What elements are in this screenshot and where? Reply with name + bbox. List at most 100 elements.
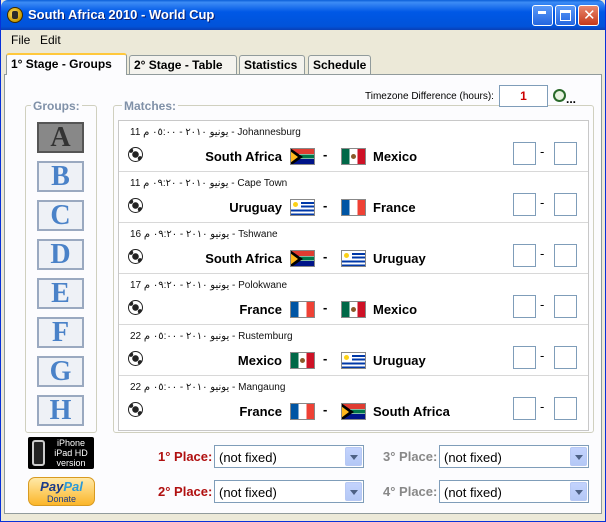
score-separator: - bbox=[540, 399, 545, 414]
maximize-icon bbox=[560, 10, 571, 21]
soccer-ball-icon bbox=[128, 300, 143, 315]
mexico-flag-icon bbox=[290, 352, 315, 369]
home-score-input[interactable] bbox=[513, 142, 536, 165]
match-row: 11 يونيو ٢٠١٠ - ٠٩:٢٠ م - Cape Town Urug… bbox=[119, 172, 588, 223]
paypal-pal: Pal bbox=[63, 479, 83, 494]
france-flag-icon bbox=[290, 403, 315, 420]
paypal-donate-button[interactable]: PayPal Donate bbox=[28, 477, 95, 506]
third-place-select[interactable]: (not fixed) bbox=[439, 445, 589, 468]
score-separator: - bbox=[540, 348, 545, 363]
home-team: France bbox=[239, 302, 282, 317]
home-score-input[interactable] bbox=[513, 295, 536, 318]
chevron-down-icon[interactable] bbox=[345, 447, 362, 466]
home-team: South Africa bbox=[205, 149, 282, 164]
menu-file[interactable]: File bbox=[11, 33, 30, 47]
match-date: 17 يونيو ٢٠١٠ - ٠٩:٢٠ م - Polokwane bbox=[130, 280, 288, 291]
home-score-input[interactable] bbox=[513, 193, 536, 216]
iphone-version-badge[interactable]: iPhone iPad HD version bbox=[28, 437, 94, 469]
window-title: South Africa 2010 - World Cup bbox=[28, 7, 215, 22]
home-score-input[interactable] bbox=[513, 244, 536, 267]
iphone-line2: iPad HD bbox=[54, 448, 88, 458]
away-team: Uruguay bbox=[373, 353, 426, 368]
menu-edit[interactable]: Edit bbox=[40, 33, 61, 47]
away-score-input[interactable] bbox=[554, 346, 577, 369]
away-score-input[interactable] bbox=[554, 295, 577, 318]
second-place-label: 2° Place: bbox=[158, 484, 213, 499]
uruguay-flag-icon bbox=[341, 250, 366, 267]
soccer-ball-icon bbox=[128, 249, 143, 264]
score-separator: - bbox=[540, 144, 545, 159]
iphone-line1: iPhone bbox=[56, 438, 86, 448]
group-a-button[interactable]: A bbox=[37, 122, 84, 153]
away-team: Mexico bbox=[373, 302, 418, 317]
paypal-pay: Pay bbox=[40, 479, 64, 494]
soccer-trophy-icon bbox=[7, 7, 23, 23]
group-c-button[interactable]: C bbox=[37, 200, 84, 231]
groups-label: Groups: bbox=[31, 99, 82, 113]
score-separator: - bbox=[540, 246, 545, 261]
home-team: Mexico bbox=[237, 353, 282, 368]
soccer-ball-icon bbox=[128, 351, 143, 366]
tab-schedule[interactable]: Schedule bbox=[308, 55, 371, 74]
donate-label: Donate bbox=[46, 494, 77, 504]
chevron-down-icon[interactable] bbox=[570, 482, 587, 501]
south-africa-flag-icon bbox=[290, 148, 315, 165]
uruguay-flag-icon bbox=[341, 352, 366, 369]
iphone-icon bbox=[32, 440, 45, 466]
third-place-value: (not fixed) bbox=[444, 450, 502, 465]
timezone-button-text: ... bbox=[566, 92, 577, 106]
timezone-input[interactable]: 1 bbox=[499, 85, 548, 107]
chevron-down-icon[interactable] bbox=[570, 447, 587, 466]
tab-statistics[interactable]: Statistics bbox=[239, 55, 305, 74]
matches-list: 11 يونيو ٢٠١٠ - ٠٥:٠٠ م - Johannesburg S… bbox=[118, 120, 589, 431]
menu-bar: File Edit bbox=[1, 30, 605, 50]
minimize-icon bbox=[538, 11, 546, 14]
close-button[interactable]: ✕ bbox=[578, 5, 599, 26]
first-place-label: 1° Place: bbox=[158, 449, 213, 464]
match-date: 11 يونيو ٢٠١٠ - ٠٥:٠٠ م - Johannesburg bbox=[130, 127, 301, 138]
tab-table[interactable]: 2° Stage - Table bbox=[129, 55, 237, 74]
away-score-input[interactable] bbox=[554, 244, 577, 267]
home-team: France bbox=[239, 404, 282, 419]
away-score-input[interactable] bbox=[554, 193, 577, 216]
clock-icon bbox=[553, 89, 566, 102]
first-place-select[interactable]: (not fixed) bbox=[214, 445, 364, 468]
timezone-button[interactable]: ... bbox=[551, 86, 578, 106]
france-flag-icon bbox=[290, 301, 315, 318]
away-score-input[interactable] bbox=[554, 397, 577, 420]
first-place-value: (not fixed) bbox=[219, 450, 277, 465]
chevron-down-icon[interactable] bbox=[345, 482, 362, 501]
group-f-button[interactable]: F bbox=[37, 317, 84, 348]
vs-separator: - bbox=[323, 351, 328, 366]
fourth-place-label: 4° Place: bbox=[383, 484, 438, 499]
maximize-button[interactable] bbox=[555, 5, 576, 26]
group-h-button[interactable]: H bbox=[37, 395, 84, 426]
uruguay-flag-icon bbox=[290, 199, 315, 216]
away-score-input[interactable] bbox=[554, 142, 577, 165]
timezone-label: Timezone Difference (hours): bbox=[365, 91, 494, 102]
fourth-place-select[interactable]: (not fixed) bbox=[439, 480, 589, 503]
france-flag-icon bbox=[341, 199, 366, 216]
group-e-button[interactable]: E bbox=[37, 278, 84, 309]
south-africa-flag-icon bbox=[341, 403, 366, 420]
second-place-select[interactable]: (not fixed) bbox=[214, 480, 364, 503]
match-date: 22 يونيو ٢٠١٠ - ٠٥:٠٠ م - Rustemburg bbox=[130, 331, 293, 342]
tab-groups[interactable]: 1° Stage - Groups bbox=[6, 53, 127, 75]
group-b-button[interactable]: B bbox=[37, 161, 84, 192]
home-team: Uruguay bbox=[229, 200, 282, 215]
vs-separator: - bbox=[323, 198, 328, 213]
vs-separator: - bbox=[323, 249, 328, 264]
home-score-input[interactable] bbox=[513, 346, 536, 369]
second-place-value: (not fixed) bbox=[219, 485, 277, 500]
minimize-button[interactable] bbox=[532, 5, 553, 26]
home-team: South Africa bbox=[205, 251, 282, 266]
home-score-input[interactable] bbox=[513, 397, 536, 420]
title-bar[interactable]: South Africa 2010 - World Cup ✕ bbox=[1, 0, 605, 30]
mexico-flag-icon bbox=[341, 148, 366, 165]
group-g-button[interactable]: G bbox=[37, 356, 84, 387]
app-window: South Africa 2010 - World Cup ✕ File Edi… bbox=[0, 0, 606, 522]
vs-separator: - bbox=[323, 147, 328, 162]
group-d-button[interactable]: D bbox=[37, 239, 84, 270]
soccer-ball-icon bbox=[128, 147, 143, 162]
fourth-place-value: (not fixed) bbox=[444, 485, 502, 500]
